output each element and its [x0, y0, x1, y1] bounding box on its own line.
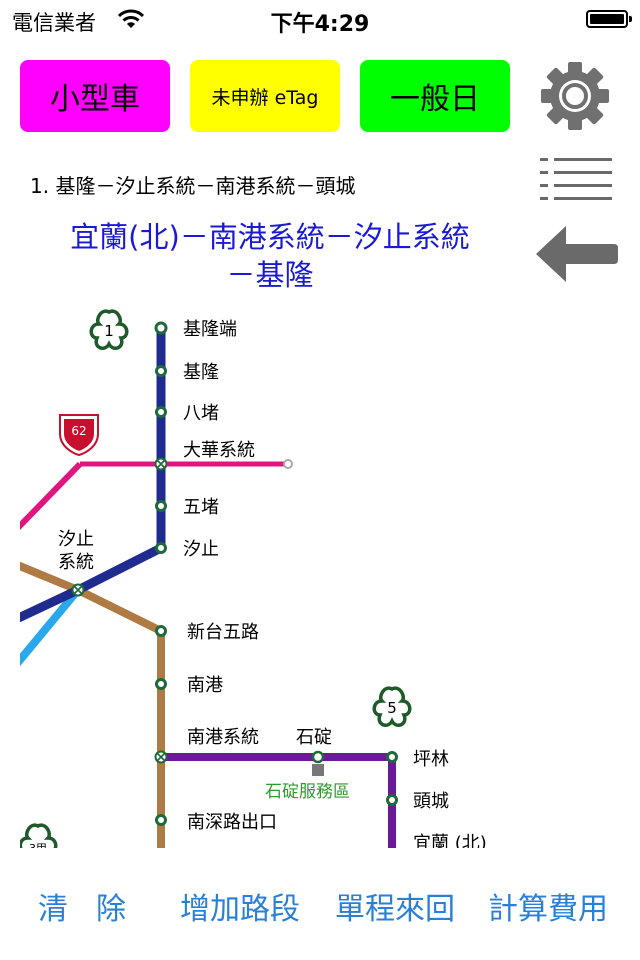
- route-title-line1: 宜蘭(北)－南港系統－汐止系統: [70, 220, 470, 254]
- etag-status-label: 未申辦 eTag: [211, 86, 319, 109]
- back-arrow-icon[interactable]: [530, 222, 622, 286]
- battery-icon: [586, 10, 632, 28]
- shield-62-label: 62: [71, 424, 86, 438]
- clear-button[interactable]: 清除: [38, 884, 154, 928]
- node-toucheng[interactable]: [386, 794, 398, 806]
- label-xizhi-sys-2: 系統: [58, 552, 94, 573]
- label-pinglin: 坪林: [413, 749, 449, 770]
- add-segment-button[interactable]: 增加路段: [180, 884, 300, 928]
- shield-n5-label: 5: [387, 699, 397, 717]
- route-map[interactable]: 1 5 3甲 62 基隆端 基隆 八堵 大華系統 五堵 汐止 汐止 系統 新台五…: [20, 300, 520, 848]
- label-nangang: 南港: [187, 675, 223, 696]
- vehicle-type-label: 小型車: [50, 82, 140, 117]
- etag-status-button[interactable]: 未申辦 eTag: [190, 60, 340, 132]
- vehicle-type-button[interactable]: 小型車: [20, 60, 170, 132]
- gear-icon[interactable]: [532, 60, 618, 132]
- shield-n3-label: 3甲: [29, 842, 47, 848]
- label-yilan-north: 宜蘭 (北): [413, 833, 487, 848]
- service-area-marker: [312, 764, 324, 776]
- node-wudu[interactable]: [155, 500, 167, 512]
- clock: 下午4:29: [270, 12, 370, 37]
- node-xintai[interactable]: [155, 625, 167, 637]
- node-shiding[interactable]: [311, 750, 325, 764]
- label-toucheng: 頭城: [413, 791, 449, 812]
- label-badu: 八堵: [183, 403, 219, 424]
- node-jilong-end[interactable]: [154, 321, 168, 335]
- label-nangang-sys: 南港系統: [187, 727, 259, 748]
- list-icon[interactable]: [538, 154, 616, 210]
- junction-xizhi[interactable]: [71, 583, 85, 597]
- calculate-fee-button[interactable]: 計算費用: [488, 884, 608, 928]
- junction-dahua[interactable]: [154, 457, 168, 471]
- node-xizhi[interactable]: [155, 542, 167, 554]
- node-jilong[interactable]: [155, 365, 167, 377]
- line-62-end: [283, 459, 293, 469]
- label-dahua: 大華系統: [183, 440, 255, 461]
- label-wudu: 五堵: [183, 497, 219, 518]
- day-type-button[interactable]: 一般日: [360, 60, 510, 132]
- line-n5: [161, 753, 396, 848]
- label-xizhi: 汐止: [183, 539, 219, 560]
- label-jilong: 基隆: [183, 362, 219, 383]
- shield-62-icon: 62: [59, 414, 99, 457]
- node-pinglin[interactable]: [386, 751, 398, 763]
- label-nanshen: 南深路出口: [187, 812, 277, 833]
- route-title: 宜蘭(北)－南港系統－汐止系統 －基隆: [20, 218, 520, 294]
- node-nangang[interactable]: [155, 678, 167, 690]
- node-badu[interactable]: [155, 406, 167, 418]
- route-title-line2: －基隆: [226, 258, 314, 292]
- node-nanshen[interactable]: [155, 814, 167, 826]
- station-nodes: [154, 321, 398, 826]
- shield-n1-icon: 1: [89, 309, 129, 350]
- label-xintai: 新台五路: [187, 622, 259, 643]
- shield-n1-label: 1: [104, 322, 114, 340]
- label-shiding-service: 石碇服務區: [265, 782, 350, 802]
- round-trip-button[interactable]: 單程來回: [335, 884, 455, 928]
- shield-n5-icon: 5: [372, 686, 412, 727]
- label-xizhi-sys-1: 汐止: [58, 529, 94, 550]
- route-description: 1. 基隆－汐止系統－南港系統－頭城: [30, 174, 356, 198]
- bottom-toolbar: 清除 增加路段 單程來回 計算費用: [0, 870, 640, 940]
- label-jilong-end: 基隆端: [183, 319, 237, 340]
- status-bar: 電信業者 下午4:29: [0, 0, 640, 40]
- shield-n3-icon: 3甲: [20, 823, 58, 848]
- day-type-label: 一般日: [390, 82, 480, 117]
- label-shiding: 石碇: [296, 727, 332, 748]
- junction-nangang[interactable]: [154, 750, 168, 764]
- line-62: [20, 461, 83, 531]
